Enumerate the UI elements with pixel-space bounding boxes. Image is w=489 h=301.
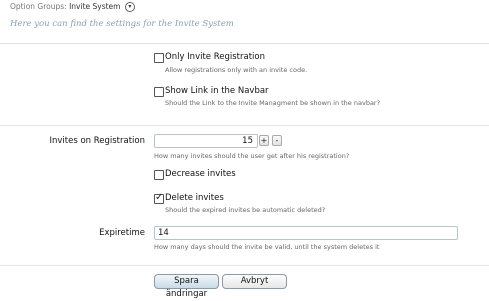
only-invite-hint: Allow registrations only with an invite …: [165, 66, 308, 74]
expiretime-input[interactable]: 14: [154, 226, 458, 240]
invites-on-registration-label: Invites on Registration: [49, 136, 145, 146]
expiretime-hint: How many days should the invite be valid…: [154, 243, 380, 251]
delete-invites-label[interactable]: Delete invites: [165, 193, 224, 203]
breadcrumb-prefix: Option Groups:: [10, 2, 67, 11]
invites-on-registration-input[interactable]: 15: [154, 134, 258, 148]
decrease-invites-label[interactable]: Decrease invites: [165, 169, 236, 179]
breadcrumb-current[interactable]: Invite System: [69, 2, 120, 11]
decrement-button[interactable]: -: [272, 135, 282, 146]
show-link-hint: Should the Link to the Invite Managment …: [165, 99, 381, 107]
page-description: Here you can find the settings for the I…: [10, 19, 234, 29]
only-invite-checkbox[interactable]: [154, 53, 164, 63]
decrease-invites-checkbox[interactable]: [154, 170, 164, 180]
cancel-button[interactable]: Avbryt: [222, 274, 287, 289]
divider: [0, 125, 489, 126]
delete-invites-checkbox[interactable]: [154, 192, 164, 204]
increment-button[interactable]: +: [259, 135, 269, 146]
show-link-checkbox[interactable]: [154, 87, 164, 97]
breadcrumb: Option Groups: Invite System ▾: [10, 2, 135, 12]
divider: [0, 265, 489, 266]
show-link-label[interactable]: Show Link in the Navbar: [165, 86, 269, 96]
expiretime-label: Expiretime: [99, 228, 145, 238]
delete-invites-hint: Should the expired invites be automatic …: [165, 206, 326, 214]
save-button[interactable]: Spara ändringar: [154, 274, 219, 299]
invites-on-registration-hint: How many invites should the user get aft…: [154, 152, 350, 160]
chevron-down-icon[interactable]: ▾: [124, 2, 135, 12]
only-invite-label[interactable]: Only Invite Registration: [165, 52, 265, 62]
divider: [0, 43, 489, 44]
